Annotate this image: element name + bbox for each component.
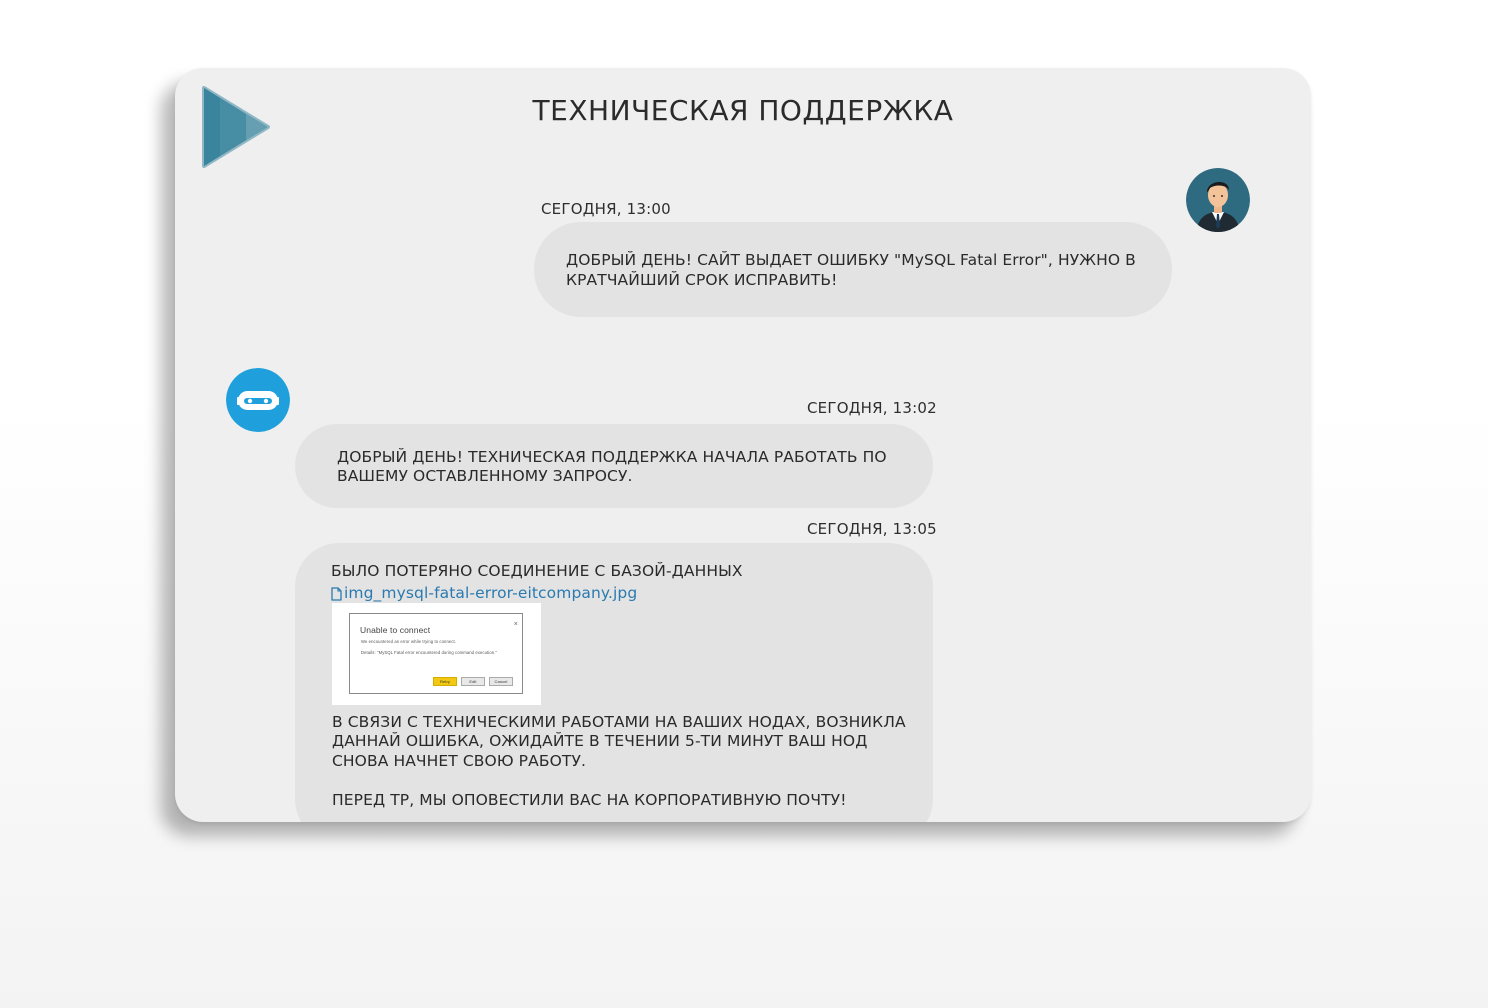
attachment-link[interactable]: img_mysql-fatal-error-eitcompany.jpg (331, 583, 637, 603)
message-text: В СВЯЗИ С ТЕХНИЧЕСКИМИ РАБОТАМИ НА ВАШИХ… (332, 713, 906, 770)
message-text: ДОБРЫЙ ДЕНЬ! САЙТ ВЫДАЕТ ОШИБКУ "MySQL F… (566, 251, 1136, 289)
close-icon: × (513, 621, 518, 628)
user-avatar-icon (1186, 168, 1250, 232)
message-text: ПЕРЕД ТР, МЫ ОПОВЕСТИЛИ ВАС НА КОРПОРАТИ… (332, 791, 847, 809)
dialog-retry-button: Retry (433, 677, 457, 686)
user-message-bubble: ДОБРЫЙ ДЕНЬ! САЙТ ВЫДАЕТ ОШИБКУ "MySQL F… (534, 222, 1172, 317)
message-text: БЫЛО ПОТЕРЯНО СОЕДИНЕНИЕ С БАЗОЙ-ДАННЫХ (331, 562, 743, 580)
message-timestamp: СЕГОДНЯ, 13:00 (541, 200, 671, 218)
message-timestamp: СЕГОДНЯ, 13:05 (807, 520, 937, 538)
dialog-cancel-button: Cancel (489, 677, 513, 686)
message-text: ДОБРЫЙ ДЕНЬ! ТЕХНИЧЕСКАЯ ПОДДЕРЖКА НАЧАЛ… (337, 448, 887, 485)
dialog-edit-button: Edit (461, 677, 485, 686)
message-timestamp: СЕГОДНЯ, 13:02 (807, 399, 937, 417)
bot-avatar-icon (226, 368, 290, 432)
attachment-preview-image[interactable]: Unable to connect × We encountered an er… (332, 603, 541, 705)
dialog-details: Details: "MySQL Fatal error encountered … (361, 650, 498, 655)
dialog-title: Unable to connect (360, 625, 431, 635)
dialog-text: We encountered an error while trying to … (361, 639, 457, 644)
error-dialog-preview: Unable to connect × We encountered an er… (349, 613, 523, 694)
bot-message-bubble: ДОБРЫЙ ДЕНЬ! ТЕХНИЧЕСКАЯ ПОДДЕРЖКА НАЧАЛ… (295, 424, 933, 508)
file-icon (331, 586, 342, 601)
bot-message-bubble: БЫЛО ПОТЕРЯНО СОЕДИНЕНИЕ С БАЗОЙ-ДАННЫХ … (295, 543, 933, 822)
page-title: ТЕХНИЧЕСКАЯ ПОДДЕРЖКА (532, 94, 954, 127)
attachment-filename[interactable]: img_mysql-fatal-error-eitcompany.jpg (344, 583, 637, 603)
chat-window: ТЕХНИЧЕСКАЯ ПОДДЕРЖКА СЕГОДНЯ, 13:00 ДОБ… (175, 68, 1311, 822)
